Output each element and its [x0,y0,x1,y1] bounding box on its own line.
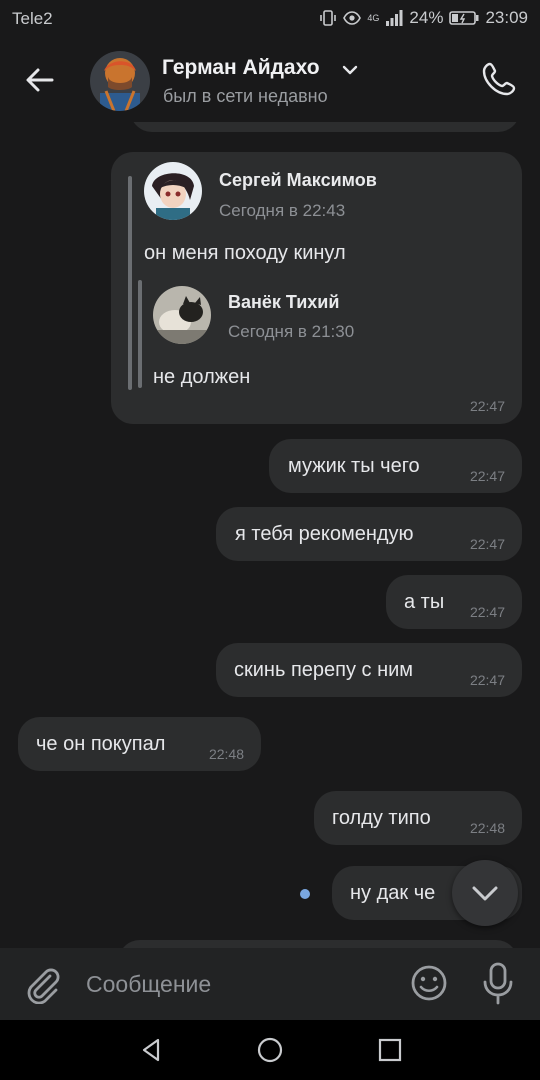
status-bar: Tele2 4G 24% 23:09 [0,0,540,38]
message-text: мужик ты чего [288,455,420,477]
message-time: 22:47 [469,398,505,414]
message-time: 22:48 [469,820,505,836]
status-icons: 4G 24% 23:09 [319,8,528,28]
unread-indicator [300,889,310,899]
contact-name[interactable]: Герман Айдахо [162,56,320,80]
system-navigation-bar [0,1020,540,1080]
message-bubble[interactable]: я тебя рекомендую 22:47 [216,507,522,561]
battery-icon [449,11,479,25]
vibrate-icon [320,10,337,26]
message-time: 22:47 [469,672,505,688]
carrier-label: Tele2 [12,9,53,28]
message-composer [0,948,540,1020]
message-time: 22:47 [469,536,505,552]
message-text: скинь перепу с ним [234,659,414,681]
message-bubble-partial[interactable] [130,122,520,132]
message-bubble[interactable]: голду типо 22:48 [314,791,522,845]
battery-percent: 24% [409,8,444,27]
message-bubble[interactable]: а ты 22:47 [386,575,522,629]
contact-status: был в сети недавно [163,86,328,106]
scroll-to-bottom-button[interactable] [452,860,518,926]
message-text: ну дак че [350,882,436,904]
message-time: 22:48 [208,746,244,762]
chevron-down-icon [472,886,498,901]
message-text: я тебя рекомендую [235,523,414,545]
nav-home-icon[interactable] [256,1036,284,1064]
message-bubble-incoming[interactable]: че он покупал 22:48 [18,717,261,771]
forward-date: Сегодня в 22:43 [219,201,346,220]
nested-text: не должен [153,366,251,388]
message-time: 22:47 [469,468,505,484]
nav-recent-icon[interactable] [376,1036,404,1064]
message-text: че он покупал [36,733,166,755]
eye-icon [343,11,362,25]
message-bubble-partial[interactable] [118,940,518,948]
forward-author-avatar[interactable] [144,162,202,220]
message-time: 22:47 [469,604,505,620]
sticker-icon[interactable] [408,962,450,1004]
forward-text: он меня походу кинул [144,242,346,264]
contact-avatar[interactable] [90,51,150,111]
nested-author-name[interactable]: Ванёк Тихий [228,292,339,313]
microphone-icon[interactable] [478,960,518,1006]
forwarded-message-bubble[interactable]: Сергей Максимов Сегодня в 22:43 он меня … [111,152,522,424]
forward-quote-bar [128,176,132,390]
arrow-left-icon[interactable] [20,60,60,100]
phone-icon[interactable] [482,60,518,96]
nested-author-avatar[interactable] [153,286,211,344]
forward-author-name[interactable]: Сергей Максимов [219,170,377,191]
attach-icon[interactable] [22,964,62,1004]
message-text: голду типо [332,807,431,829]
message-list[interactable]: Сергей Максимов Сегодня в 22:43 он меня … [0,122,540,948]
message-bubble[interactable]: скинь перепу с ним 22:47 [216,643,522,697]
nav-back-icon[interactable] [138,1036,166,1064]
chevron-down-icon[interactable] [340,60,360,80]
nested-date: Сегодня в 21:30 [228,322,355,341]
network-type: 4G [367,12,380,23]
chat-header: Герман Айдахо был в сети недавно [0,38,540,122]
nested-quote-bar [138,280,142,388]
message-input[interactable] [86,966,386,1002]
signal-icon [386,10,403,26]
message-bubble[interactable]: мужик ты чего 22:47 [269,439,522,493]
clock: 23:09 [485,8,528,27]
message-text: а ты [404,591,445,613]
